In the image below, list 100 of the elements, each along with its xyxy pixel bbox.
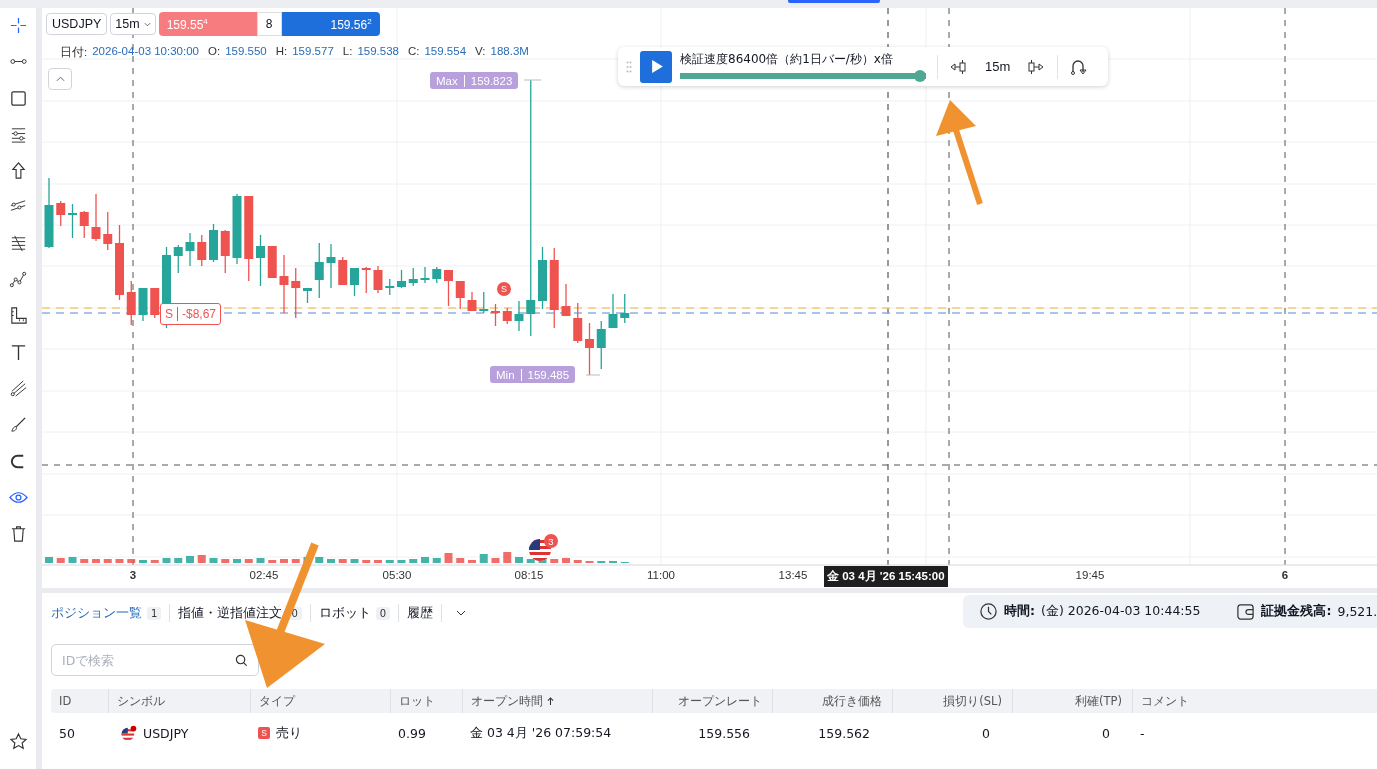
pattern-icon[interactable]: [8, 270, 28, 290]
column-header[interactable]: オープン時間: [471, 693, 554, 709]
candlestick: [68, 203, 77, 239]
volume-bar: [468, 560, 476, 563]
candlestick: [361, 266, 371, 294]
ohlc-label: H:: [275, 45, 288, 59]
volume-bar: [421, 557, 429, 563]
ruler-icon[interactable]: [8, 306, 28, 326]
column-header[interactable]: タイプ: [259, 693, 295, 709]
candlestick: [267, 245, 277, 279]
crosshair-icon[interactable]: [8, 16, 28, 35]
table-cell: USDJPY: [143, 725, 189, 741]
column-header[interactable]: 損切り(SL): [943, 693, 1002, 709]
candlestick: [444, 269, 453, 307]
volume-bar: [338, 559, 347, 563]
volume-bar: [280, 559, 288, 563]
volume-bar: [221, 559, 230, 563]
volume-bar: [68, 557, 77, 563]
time-axis-label: 05:30: [382, 569, 412, 581]
candlestick: [561, 283, 571, 317]
candlestick: [173, 244, 183, 274]
candlestick: [620, 293, 630, 324]
volume-bar: [479, 554, 488, 563]
column-header[interactable]: コメント: [1141, 693, 1189, 709]
volume-bar: [526, 559, 535, 563]
replay-interval[interactable]: 15m: [977, 59, 1019, 74]
position-label[interactable]: S -$8,67: [160, 303, 222, 325]
brush-lines-icon[interactable]: [8, 378, 28, 398]
volume-bar: [385, 560, 394, 563]
time-axis-label: 13:45: [778, 569, 808, 581]
volume-bar: [45, 557, 53, 563]
volume-bar: [362, 560, 371, 563]
candlestick: [138, 287, 148, 322]
symbol-selector[interactable]: USDJPY: [46, 13, 108, 35]
table-cell: -: [1140, 725, 1145, 741]
volume-bar: [197, 555, 206, 563]
candlestick: [44, 177, 54, 249]
candlestick: [479, 291, 489, 314]
volume-bar: [503, 552, 512, 563]
candlestick: [197, 234, 207, 267]
volume-bar: [550, 559, 559, 563]
column-header[interactable]: オープンレート: [678, 693, 762, 709]
panel-tab[interactable]: ポジション一覧 1: [51, 604, 162, 622]
time-axis-label: 19:45: [1075, 569, 1105, 581]
volume-bar: [92, 559, 100, 563]
candlestick: [538, 246, 547, 310]
date-label: 日付:: [60, 45, 88, 60]
volume-bar: [186, 556, 194, 563]
play-button[interactable]: [640, 50, 672, 83]
panel-tab[interactable]: 履歴: [407, 604, 434, 622]
table-cell: 0: [1102, 725, 1110, 741]
time-value: (金) 2026-04-03 10:44:55: [1041, 603, 1201, 620]
column-header[interactable]: ID: [59, 694, 72, 708]
chevron-icon: [143, 21, 151, 27]
volume-bar: [291, 559, 300, 563]
volume-bar: [573, 560, 582, 563]
volume-bar: [374, 560, 382, 563]
buy-button[interactable]: 159.56$^{2}$: [281, 12, 380, 36]
candlestick: [385, 278, 395, 296]
candlestick: [126, 280, 136, 326]
interval-dropdown[interactable]: 15m: [110, 13, 156, 35]
table-cell: 0.99: [398, 725, 426, 741]
panel-tab[interactable]: ロボット 0: [318, 604, 391, 622]
candlestick: [185, 232, 195, 267]
search-field[interactable]: IDで検索: [51, 644, 259, 676]
candlestick: [291, 267, 301, 319]
brush-icon[interactable]: [8, 415, 28, 435]
candlestick: [279, 254, 289, 314]
ohlc-value: 159.538: [357, 45, 399, 59]
candlestick: [455, 280, 465, 310]
volume-bar: [409, 559, 418, 563]
column-header[interactable]: 利確(TP): [1075, 693, 1122, 709]
time-label: 時間:: [1004, 603, 1035, 620]
column-header[interactable]: ロット: [399, 693, 435, 709]
volume-bar: [103, 559, 112, 563]
panel-tab[interactable]: 指値・逆指値注文 0: [178, 604, 302, 622]
drag-handle-icon[interactable]: [626, 60, 632, 73]
star-icon[interactable]: [8, 732, 28, 751]
ohlc-label: L:: [342, 45, 353, 59]
column-header[interactable]: 成行き価格: [822, 693, 882, 709]
chevron-down-icon[interactable]: [456, 610, 467, 616]
candlestick: [585, 322, 594, 376]
volume-bar: [139, 560, 147, 563]
volume-bar: [491, 558, 500, 563]
rectangle-icon[interactable]: [8, 88, 28, 108]
volume-bar: [397, 560, 406, 563]
candlestick: [338, 256, 348, 286]
search-icon[interactable]: [235, 654, 248, 667]
candlestick: [408, 267, 418, 287]
time-axis-label: 6: [1281, 569, 1289, 581]
flag-icon: [120, 724, 137, 742]
column-header[interactable]: シンボル: [117, 693, 165, 709]
speed-slider[interactable]: [680, 70, 926, 82]
candlestick: [256, 234, 265, 287]
wallet-icon: [1236, 602, 1256, 621]
candlestick: [303, 287, 312, 304]
max-price-tag: Max 159.823: [430, 72, 519, 89]
time-axis-label: 11:00: [647, 569, 675, 581]
volume-bar: [562, 558, 570, 563]
candlestick: [502, 307, 512, 325]
